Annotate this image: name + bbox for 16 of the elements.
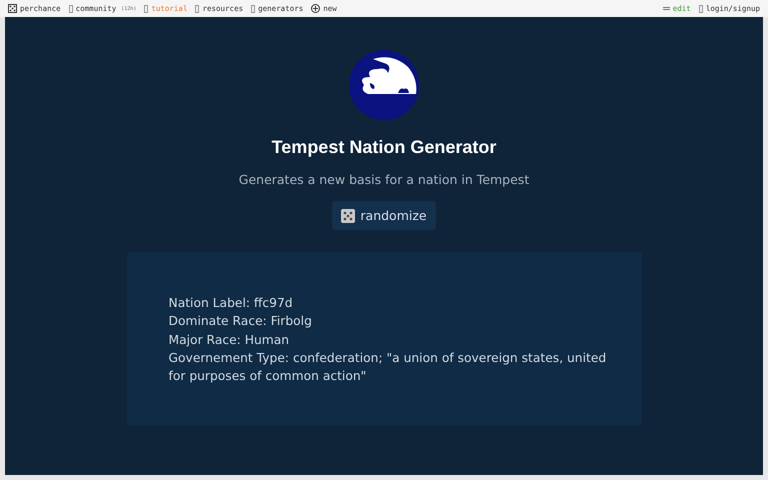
box-icon [144,4,148,12]
randomize-button[interactable]: randomize [332,201,436,230]
output-line: Dominate Race: Firbolg [168,313,313,330]
box-icon [251,4,256,12]
subtitle: Generates a new basis for a nation in Tempest [238,172,530,187]
box-icon [68,4,73,12]
dice-icon [8,4,17,13]
output-line: Governement Type: confederation; "a union of sovereign states, united for purposes of common action" [168,350,608,386]
box-icon [195,4,200,12]
output-line: Nation Label: ffc97d [168,295,294,312]
logo-icon [348,49,420,121]
output-line: Major Race: Human [168,332,290,349]
box-icon [698,4,703,12]
plus-icon [311,4,320,13]
dice-icon [341,208,356,222]
page-title: Tempest Nation Generator [272,137,496,158]
